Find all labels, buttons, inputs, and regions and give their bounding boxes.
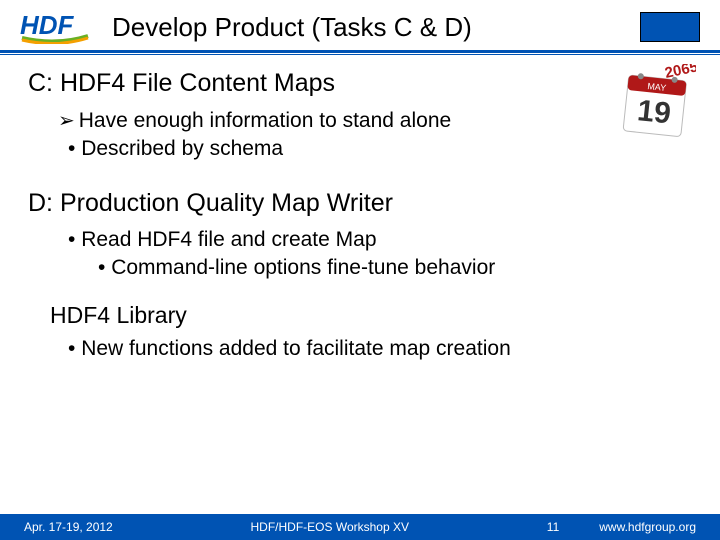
arrow-bullet-icon: ➢ (58, 108, 75, 133)
footer-page-number: 11 (547, 520, 559, 534)
footer-url: www.hdfgroup.org (599, 520, 696, 534)
footer-event: HDF/HDF-EOS Workshop XV (113, 520, 547, 534)
hdf-logo: HDF (20, 10, 92, 44)
svg-text:HDF: HDF (20, 10, 75, 40)
footer-date: Apr. 17-19, 2012 (24, 520, 113, 534)
slide-footer: Apr. 17-19, 2012 HDF/HDF-EOS Workshop XV… (0, 514, 720, 540)
section-c-bullet-1a: Described by schema (68, 137, 686, 161)
slide-header: HDF Develop Product (Tasks C & D) (0, 0, 720, 50)
section-c-bullet-1: ➢ Have enough information to stand alone (58, 108, 686, 133)
slide-title: Develop Product (Tasks C & D) (112, 12, 640, 43)
slide-content: C: HDF4 File Content Maps ➢ Have enough … (0, 55, 720, 361)
section-c-heading: C: HDF4 File Content Maps (28, 69, 686, 98)
header-blue-box (640, 12, 700, 42)
section-d-bullet-1: Read HDF4 file and create Map (68, 228, 686, 252)
hdf4-library-bullet: New functions added to facilitate map cr… (68, 337, 686, 361)
section-d-heading: D: Production Quality Map Writer (28, 189, 686, 218)
hdf4-library-heading: HDF4 Library (50, 302, 686, 329)
bullet-text: Have enough information to stand alone (79, 109, 451, 133)
section-d-bullet-1a: Command-line options fine-tune behavior (98, 256, 686, 280)
